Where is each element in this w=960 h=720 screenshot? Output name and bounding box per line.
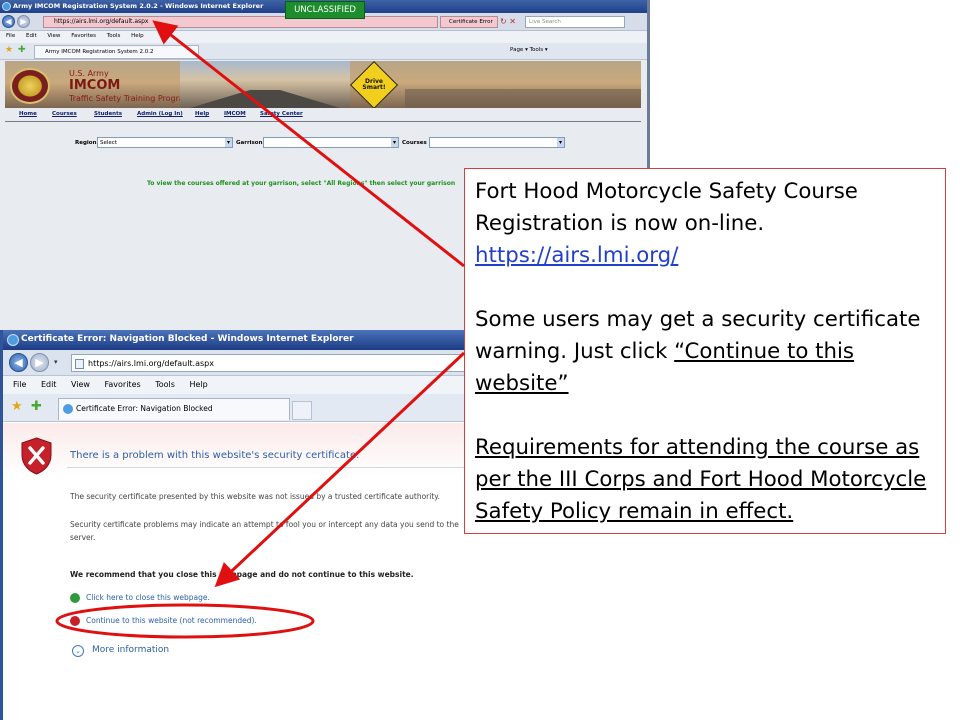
- continue-to-website-link[interactable]: Continue to this website (not recommende…: [86, 616, 257, 625]
- imcom-nav: Home Courses Students Admin (Log In) Hel…: [5, 110, 641, 122]
- forward-arrow-icon: ▶: [20, 17, 27, 26]
- banner-us-army: U.S. Army: [69, 69, 109, 78]
- back-arrow-icon: ◀: [5, 17, 12, 26]
- cert-tab-label: Certificate Error: Navigation Blocked: [76, 404, 213, 413]
- callout-spacer: [475, 272, 937, 304]
- ie-icon: [7, 334, 19, 346]
- cert-tab[interactable]: Certificate Error: Navigation Blocked: [58, 398, 290, 420]
- history-dropdown-icon[interactable]: ▾: [54, 358, 58, 366]
- drive-smart-text: Drive Smart!: [362, 78, 386, 91]
- imcom-window-title: Army IMCOM Registration System 2.0.2 - W…: [13, 2, 264, 10]
- cert-window-title: Certificate Error: Navigation Blocked - …: [21, 334, 354, 344]
- more-information-link[interactable]: More information: [92, 645, 169, 655]
- cert-url-text: https://airs.lmi.org/default.aspx: [88, 359, 214, 368]
- imcom-banner: U.S. Army IMCOM Traffic Safety Training …: [5, 61, 641, 108]
- nav-admin[interactable]: Admin (Log In): [137, 111, 183, 117]
- announcement-callout: Fort Hood Motorcycle Safety Course Regis…: [464, 168, 946, 534]
- menu-tools[interactable]: Tools: [155, 380, 175, 389]
- forward-button[interactable]: ▶: [30, 353, 49, 372]
- forward-button[interactable]: ▶: [17, 15, 30, 28]
- back-button[interactable]: ◀: [2, 15, 15, 28]
- shield-error-icon: [21, 437, 52, 475]
- new-tab-button[interactable]: [292, 401, 312, 420]
- menu-file[interactable]: File: [13, 380, 26, 389]
- more-info-chevron-icon[interactable]: ⌄: [72, 645, 84, 657]
- certificate-error-badge[interactable]: Certificate Error: [440, 16, 498, 28]
- courses-label: Courses: [402, 140, 427, 146]
- add-favorite-icon[interactable]: ✚: [18, 45, 26, 55]
- menu-file[interactable]: File: [6, 33, 15, 39]
- imcom-menu-bar: File Edit View Favorites Tools Help: [0, 31, 647, 43]
- certificate-warning-note: Some users may get a security certificat…: [475, 304, 937, 400]
- classification-banner: UNCLASSIFIED: [285, 1, 365, 19]
- banner-imcom: IMCOM: [69, 78, 121, 93]
- favorites-star-icon[interactable]: ★: [5, 45, 13, 55]
- callout-spacer: [475, 400, 937, 432]
- menu-edit[interactable]: Edit: [41, 380, 57, 389]
- favorites-star-icon[interactable]: ★: [11, 399, 23, 414]
- nav-home[interactable]: Home: [19, 111, 37, 117]
- menu-help[interactable]: Help: [131, 33, 144, 39]
- red-shield-icon: [70, 616, 80, 626]
- menu-view[interactable]: View: [71, 380, 90, 389]
- nav-safety-center[interactable]: Safety Center: [260, 111, 303, 117]
- menu-help[interactable]: Help: [189, 380, 207, 389]
- page-icon: [75, 359, 84, 369]
- close-webpage-link[interactable]: Click here to close this webpage.: [86, 593, 210, 602]
- menu-tools[interactable]: Tools: [107, 33, 121, 39]
- garrison-label: Garrison: [236, 140, 263, 146]
- refresh-stop-icons[interactable]: ↻ ✕: [500, 16, 522, 28]
- garrison-select[interactable]: [263, 137, 399, 148]
- region-select[interactable]: Select: [97, 137, 233, 148]
- menu-edit[interactable]: Edit: [26, 33, 37, 39]
- imcom-tab-bar: ★ ✚ Army IMCOM Registration System 2.0.2…: [0, 43, 647, 60]
- recommendation-text: We recommend that you close this webpage…: [70, 570, 414, 579]
- imcom-url-field[interactable]: https://airs.lmi.org/default.aspx: [43, 16, 438, 28]
- ie-tab-icon: [63, 404, 73, 414]
- menu-view[interactable]: View: [47, 33, 60, 39]
- menu-favorites[interactable]: Favorites: [71, 33, 96, 39]
- army-seal-icon: [10, 68, 50, 104]
- back-button[interactable]: ◀: [9, 353, 28, 372]
- green-shield-icon: [70, 593, 80, 603]
- airs-link[interactable]: https://airs.lmi.org/: [475, 243, 678, 268]
- toolbar-page-tools[interactable]: Page ▾ Tools ▾: [510, 47, 548, 53]
- region-label: Region: [75, 140, 97, 146]
- live-search-input[interactable]: Live Search: [525, 16, 625, 28]
- courses-select[interactable]: [429, 137, 565, 148]
- back-arrow-icon: ◀: [14, 356, 23, 369]
- forward-arrow-icon: ▶: [35, 356, 44, 369]
- menu-favorites[interactable]: Favorites: [105, 380, 141, 389]
- banner-program: Traffic Safety Training Program: [69, 94, 192, 103]
- nav-help[interactable]: Help: [195, 111, 209, 117]
- registration-announcement: Fort Hood Motorcycle Safety Course Regis…: [475, 179, 858, 236]
- cert-error-heading: There is a problem with this website's s…: [70, 450, 360, 461]
- nav-students[interactable]: Students: [94, 111, 122, 117]
- desert-ridge: [405, 89, 641, 108]
- nav-imcom[interactable]: IMCOM: [224, 111, 246, 117]
- imcom-tab[interactable]: Army IMCOM Registration System 2.0.2: [34, 45, 199, 59]
- cert-error-para1: The security certificate presented by th…: [70, 492, 441, 501]
- add-favorite-icon[interactable]: ✚: [31, 399, 42, 414]
- ie-icon: [2, 2, 11, 11]
- road-photo: [180, 61, 350, 108]
- cert-error-para2-cont: server.: [70, 533, 96, 542]
- cert-error-para2: Security certificate problems may indica…: [70, 520, 459, 529]
- course-filter-form: Region Select Garrison Courses: [0, 135, 647, 153]
- garrison-instruction: To view the courses offered at your garr…: [147, 180, 456, 187]
- nav-courses[interactable]: Courses: [52, 111, 77, 117]
- requirements-note: Requirements for attending the course as…: [475, 435, 927, 524]
